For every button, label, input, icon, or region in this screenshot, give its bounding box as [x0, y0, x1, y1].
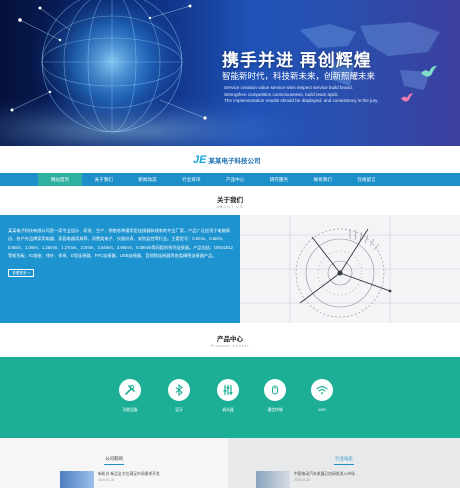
products-section-heading: 产品中心 Product center [0, 333, 460, 348]
company-name: 某某电子科技公司 [208, 158, 261, 165]
tools-icon [125, 384, 135, 395]
hero-subtitle: 智能新时代，科技新未来，创新照耀未来 [222, 71, 376, 81]
mouse-icon [271, 385, 279, 395]
industry-news-panel: 行业动态 中国电动汽车发展已由研发进入市场 2019-01-02 [228, 438, 460, 488]
logo-mark: JE [193, 154, 207, 166]
hero-banner: 携手并进 再创辉煌 智能新时代，科技新未来，创新照耀未来 Service cre… [0, 0, 460, 146]
product-label: 蓝牙 [175, 408, 183, 412]
page: 携手并进 再创辉煌 智能新时代，科技新未来，创新照耀未来 Service cre… [0, 0, 460, 488]
news-underline [334, 464, 354, 465]
bird-icon [421, 65, 437, 77]
about-description: 某某电子科技有限公司是一家专业设计、研发、生产、销售各种通用型连接器和线束的专业… [8, 228, 234, 259]
wifi-icon [316, 386, 328, 395]
hero-english-line: Service creation value service wins resp… [224, 85, 353, 90]
product-icon-circle [264, 379, 286, 401]
news-item-date: 2019-01-02 [294, 478, 311, 482]
about-section-heading: 关于我们 ABOUT US [0, 194, 460, 209]
company-news-panel: 公司新闻 新机台 新品全方位满足市场需求开发 2019-01-02 [0, 438, 228, 488]
nav-item-news[interactable]: 新闻动态 [126, 173, 170, 186]
main-navigation: 网站首页 关于我们 新闻动态 行业资讯 产品中心 研究服务 联系我们 在线留言 [0, 173, 460, 186]
product-label: 通信终端 [267, 408, 283, 412]
product-item-bluetooth[interactable]: 蓝牙 [165, 379, 193, 413]
news-item-title[interactable]: 新机台 新品全方位满足市场需求开发 [98, 472, 160, 477]
product-icon-circle [311, 379, 333, 401]
product-item-equalizer[interactable]: 调试器 [214, 379, 242, 413]
products-band: 功能设备 蓝牙 调试器 通信终端 WiFi [0, 357, 460, 438]
product-label: 调试器 [222, 408, 234, 412]
header-logo-bar: JE 某某电子科技公司 [0, 146, 460, 173]
hero-title: 携手并进 再创辉煌 [222, 51, 372, 70]
product-icon-circle [168, 379, 190, 401]
nav-item-contact[interactable]: 联系我们 [301, 173, 345, 186]
nav-item-products[interactable]: 产品中心 [213, 173, 257, 186]
view-more-button[interactable]: 查看更多 > [8, 269, 34, 277]
bluetooth-icon [175, 384, 183, 396]
news-item-title[interactable]: 中国电动汽车发展已由研发进入市场 [294, 472, 355, 477]
product-icon-circle [217, 379, 239, 401]
news-underline [104, 464, 124, 465]
product-label: 功能设备 [122, 408, 138, 412]
nav-item-home[interactable]: 网站首页 [38, 173, 82, 186]
about-subtitle: ABOUT US [216, 205, 244, 209]
company-logo[interactable]: JE 某某电子科技公司 [193, 154, 260, 166]
tech-dial-graphic [240, 215, 460, 323]
about-panel: 某某电子科技有限公司是一家专业设计、研发、生产、销售各种通用型连接器和线束的专业… [0, 215, 240, 323]
news-item-date: 2019-01-02 [98, 478, 115, 482]
nav-item-about[interactable]: 关于我们 [82, 173, 126, 186]
about-title: 关于我们 [217, 197, 243, 204]
industry-news-title[interactable]: 行业动态 [228, 456, 460, 462]
nav-item-industry[interactable]: 行业资讯 [169, 173, 213, 186]
product-item-terminal[interactable]: 通信终端 [261, 379, 289, 413]
about-image [240, 215, 460, 323]
bird-icon [401, 93, 413, 102]
news-thumbnail[interactable] [60, 471, 94, 488]
products-title: 产品中心 [217, 336, 243, 343]
equalizer-icon [223, 385, 233, 395]
company-news-title[interactable]: 公司新闻 [0, 456, 228, 462]
nav-item-message[interactable]: 在线留言 [345, 173, 389, 186]
product-item-tools[interactable]: 功能设备 [116, 379, 144, 413]
nav-item-research[interactable]: 研究服务 [257, 173, 301, 186]
product-icon-circle [119, 379, 141, 401]
news-thumbnail[interactable] [256, 471, 290, 488]
product-label: WiFi [318, 408, 326, 412]
product-item-wifi[interactable]: WiFi [308, 379, 336, 412]
products-subtitle: Product center [210, 344, 250, 348]
